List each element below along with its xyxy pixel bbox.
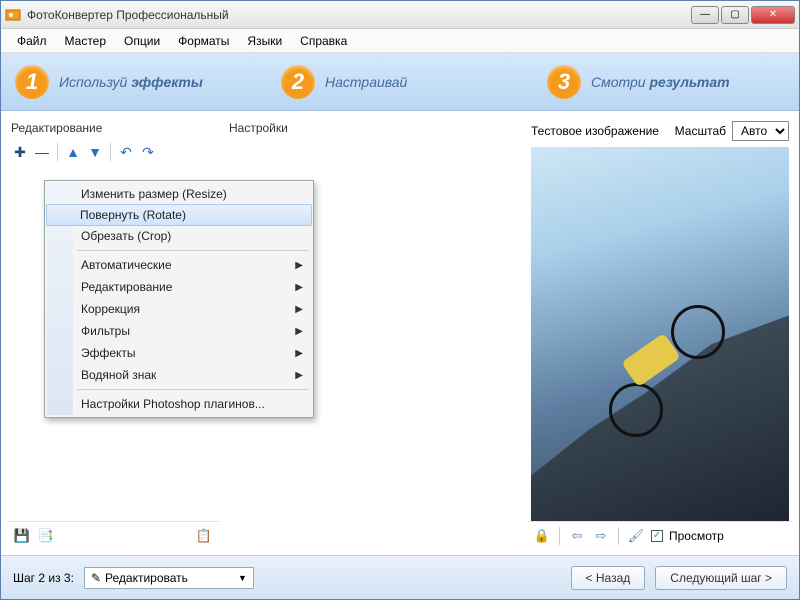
titlebar[interactable]: ФотоКонвертер Профессиональный — ▢ ✕ — [1, 1, 799, 29]
lock-icon[interactable]: 🔒 — [533, 527, 551, 545]
step-combo-value: Редактировать — [105, 571, 188, 585]
step-combo[interactable]: ✎ Редактировать ▼ — [84, 567, 254, 589]
banner-step-3: 3 Смотри результат — [533, 53, 799, 110]
settings-panel-title: Настройки — [225, 117, 521, 141]
window-controls: — ▢ ✕ — [691, 6, 795, 24]
menu-item[interactable]: Водяной знак▶ — [47, 364, 311, 386]
step-label-2: Настраивай — [325, 74, 407, 90]
preview-panel: Тестовое изображение Масштаб Авто 🔒 ⇦ ⇨ … — [527, 117, 793, 549]
refresh-preview-icon[interactable]: 🖌 — [627, 527, 645, 545]
edit-panel-footer: 💾 📑 📋 — [7, 521, 219, 549]
minimize-button[interactable]: — — [691, 6, 719, 24]
save-preset-icon[interactable]: 💾 — [13, 527, 31, 545]
redo-icon[interactable]: ↷ — [139, 143, 157, 161]
step-number-3: 3 — [547, 65, 581, 99]
step-number-2: 2 — [281, 65, 315, 99]
zoom-label: Масштаб — [675, 124, 726, 138]
submenu-arrow-icon: ▶ — [295, 326, 303, 337]
submenu-arrow-icon: ▶ — [295, 348, 303, 359]
menu-file[interactable]: Файл — [9, 31, 55, 51]
step-number-1: 1 — [15, 65, 49, 99]
remove-effect-icon[interactable]: — — [33, 143, 51, 161]
step-label-1: Используй эффекты — [59, 74, 203, 90]
submenu-arrow-icon: ▶ — [295, 282, 303, 293]
next-image-icon[interactable]: ⇨ — [592, 527, 610, 545]
prev-image-icon[interactable]: ⇦ — [568, 527, 586, 545]
preview-checkbox-label[interactable]: Просмотр — [669, 529, 724, 543]
menu-item[interactable]: Автоматические▶ — [47, 254, 311, 276]
preview-checkbox[interactable]: ✓ — [651, 530, 663, 542]
step-label-3: Смотри результат — [591, 74, 730, 90]
preview-image[interactable] — [531, 147, 789, 521]
edit-toolbar: ✚ — ▲ ▼ ↶ ↷ — [7, 141, 219, 167]
submenu-arrow-icon: ▶ — [295, 260, 303, 271]
menu-languages[interactable]: Языки — [239, 31, 290, 51]
menu-item[interactable]: Изменить размер (Resize) — [47, 183, 311, 205]
toolbar-divider — [110, 143, 111, 161]
next-button[interactable]: Следующий шаг > — [655, 566, 787, 590]
menu-item[interactable]: Повернуть (Rotate) — [46, 204, 312, 226]
menu-item[interactable]: Обрезать (Crop) — [47, 225, 311, 247]
pencil-icon: ✎ — [91, 571, 101, 585]
menu-item[interactable]: Коррекция▶ — [47, 298, 311, 320]
app-icon — [5, 7, 21, 23]
edit-panel-title: Редактирование — [7, 117, 219, 141]
menu-separator — [77, 389, 309, 390]
undo-icon[interactable]: ↶ — [117, 143, 135, 161]
footer: Шаг 2 из 3: ✎ Редактировать ▼ < Назад Сл… — [1, 555, 799, 599]
move-up-icon[interactable]: ▲ — [64, 143, 82, 161]
menu-separator — [77, 250, 309, 251]
menu-item[interactable]: Фильтры▶ — [47, 320, 311, 342]
add-effect-context-menu: Изменить размер (Resize)Повернуть (Rotat… — [44, 180, 314, 418]
wizard-banner: 1 Используй эффекты 2 Настраивай 3 Смотр… — [1, 53, 799, 111]
banner-step-2: 2 Настраивай — [267, 53, 533, 110]
menu-formats[interactable]: Форматы — [170, 31, 237, 51]
banner-step-1: 1 Используй эффекты — [1, 53, 267, 110]
preview-cyclist — [591, 301, 731, 441]
add-effect-icon[interactable]: ✚ — [11, 143, 29, 161]
submenu-arrow-icon: ▶ — [295, 370, 303, 381]
toolbar-divider — [57, 143, 58, 161]
script-icon[interactable]: 📋 — [195, 527, 213, 545]
menu-item[interactable]: Эффекты▶ — [47, 342, 311, 364]
zoom-select[interactable]: Авто — [732, 121, 789, 141]
menubar: Файл Мастер Опции Форматы Языки Справка — [1, 29, 799, 53]
chevron-down-icon: ▼ — [238, 573, 247, 583]
step-indicator: Шаг 2 из 3: — [13, 571, 74, 585]
back-button[interactable]: < Назад — [571, 566, 646, 590]
submenu-arrow-icon: ▶ — [295, 304, 303, 315]
window-title: ФотоКонвертер Профессиональный — [27, 8, 691, 22]
menu-options[interactable]: Опции — [116, 31, 168, 51]
menu-item[interactable]: Редактирование▶ — [47, 276, 311, 298]
menu-master[interactable]: Мастер — [57, 31, 115, 51]
preview-controls: 🔒 ⇦ ⇨ 🖌 ✓ Просмотр — [527, 521, 793, 549]
menu-help[interactable]: Справка — [292, 31, 355, 51]
menu-item[interactable]: Настройки Photoshop плагинов... — [47, 393, 311, 415]
maximize-button[interactable]: ▢ — [721, 6, 749, 24]
move-down-icon[interactable]: ▼ — [86, 143, 104, 161]
preview-title-row: Тестовое изображение Масштаб Авто — [527, 117, 793, 147]
load-preset-icon[interactable]: 📑 — [37, 527, 55, 545]
close-button[interactable]: ✕ — [751, 6, 795, 24]
preview-panel-title: Тестовое изображение — [531, 124, 659, 138]
